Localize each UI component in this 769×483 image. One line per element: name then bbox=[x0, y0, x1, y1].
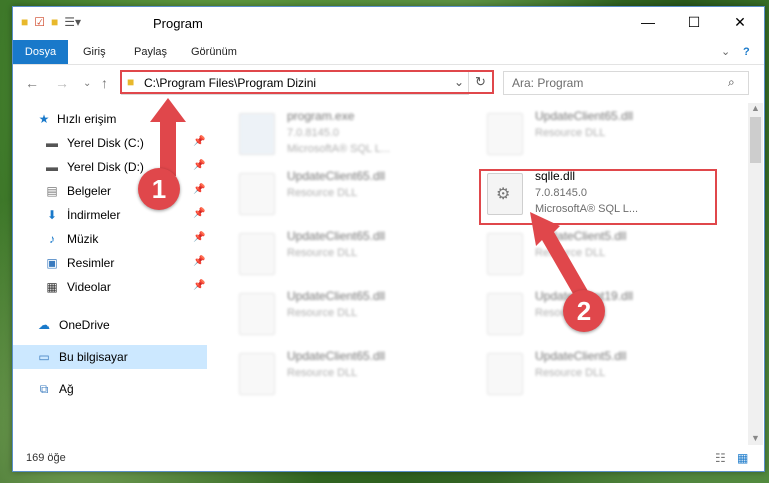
arrow-1 bbox=[150, 98, 186, 176]
annotation-arrows bbox=[150, 98, 592, 306]
step-2-badge: 2 bbox=[563, 290, 605, 332]
step-1-badge: 1 bbox=[138, 168, 180, 210]
